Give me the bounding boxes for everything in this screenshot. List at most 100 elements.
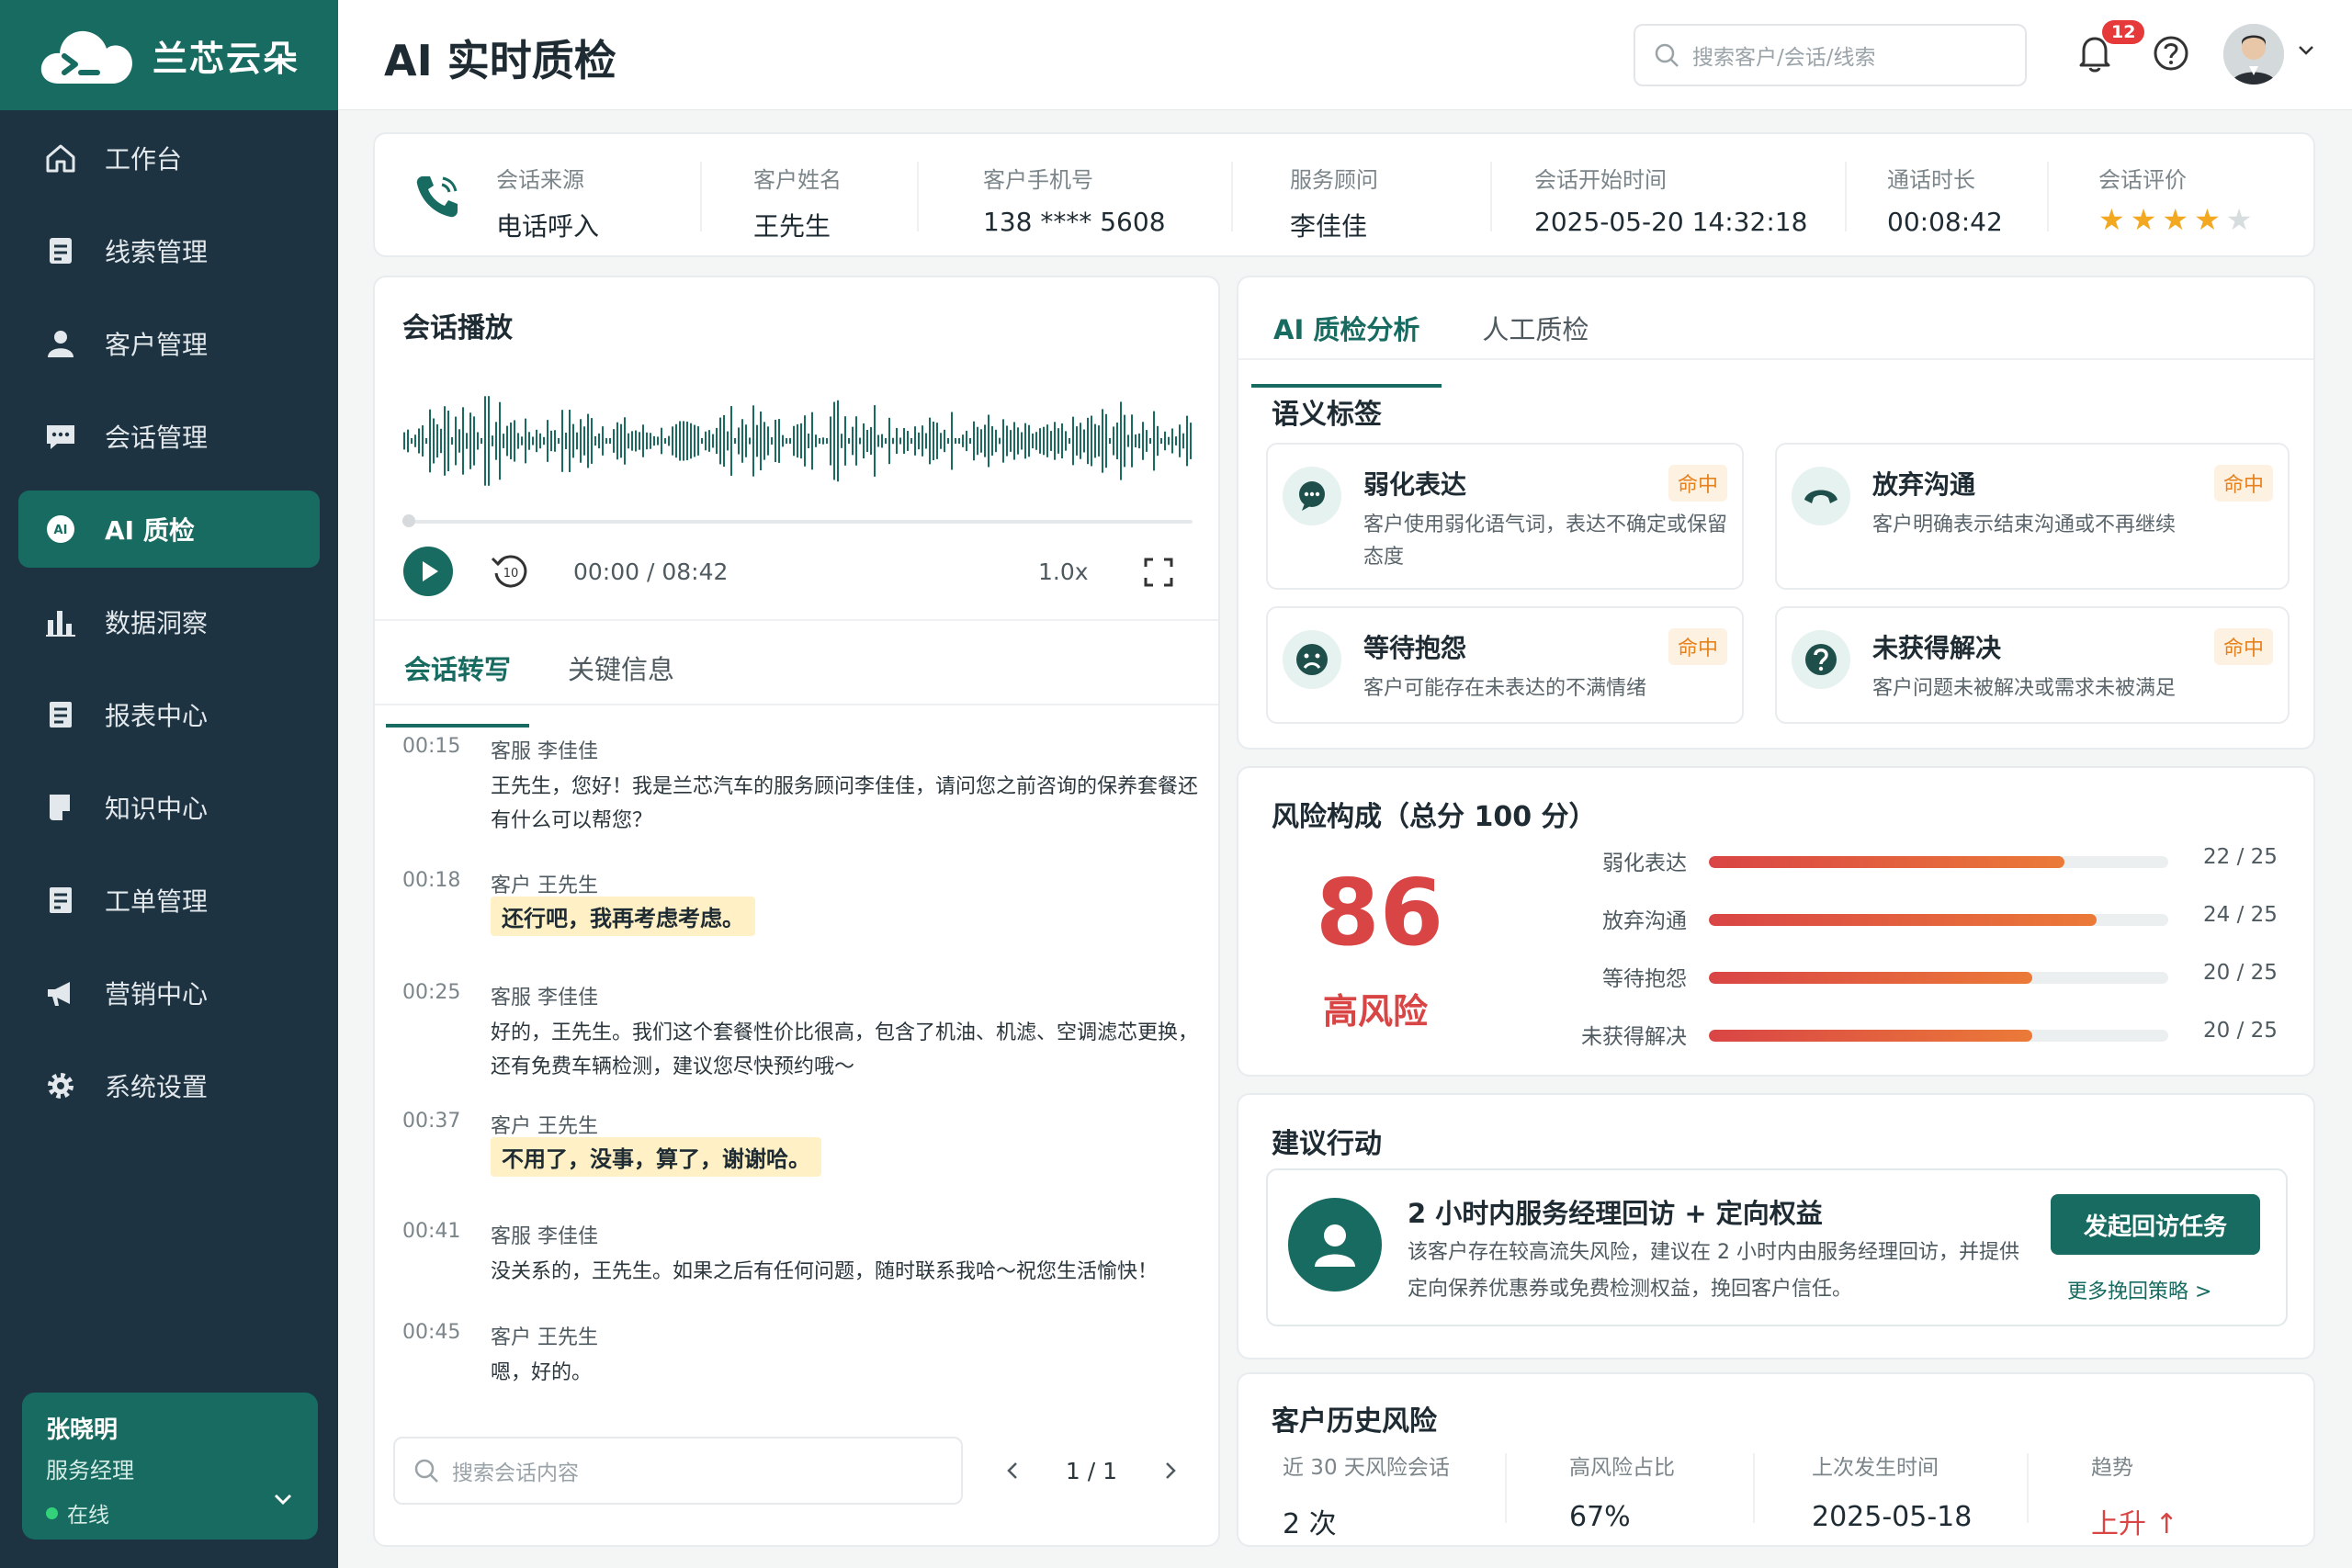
- current-user-card[interactable]: 张晓明 服务经理 在线: [22, 1393, 318, 1540]
- star-icon: ★: [2098, 202, 2125, 237]
- online-dot-icon: [46, 1506, 58, 1519]
- message-speaker: 客户 王先生: [491, 874, 598, 897]
- sidebar-item-2[interactable]: 客户管理: [18, 305, 320, 382]
- risk-row: 放弃沟通 24 / 25: [1459, 903, 2286, 940]
- sidebar-item-label: AI 质检: [105, 515, 195, 546]
- book-icon: [44, 791, 77, 824]
- history-count: 近 30 天风险会话 2 次: [1283, 1450, 1450, 1541]
- sidebar-item-9[interactable]: 营销中心: [18, 954, 320, 1032]
- audio-waveform[interactable]: [402, 386, 1193, 496]
- top-bar: AI 实时质检 搜索客户/会话/线索 12: [338, 0, 2352, 110]
- risk-row: 弱化表达 22 / 25: [1459, 845, 2286, 882]
- rewind-10-icon[interactable]: 10: [489, 549, 533, 593]
- sidebar-item-10[interactable]: 系统设置: [18, 1047, 320, 1124]
- sidebar-item-label: 工单管理: [105, 886, 209, 917]
- sidebar-item-1[interactable]: 线索管理: [18, 212, 320, 289]
- start-callback-button[interactable]: 发起回访任务: [2051, 1194, 2260, 1255]
- help-icon[interactable]: [2153, 35, 2189, 72]
- sidebar-item-3[interactable]: 会话管理: [18, 398, 320, 475]
- semantic-tag-card[interactable]: 未获得解决 命中 客户问题未被解决或需求未被满足: [1775, 606, 2290, 724]
- phone-icon: [416, 176, 458, 218]
- bar-chart-icon: [44, 605, 77, 638]
- semantic-tag-card[interactable]: 等待抱怨 命中 客户可能存在未表达的不满情绪: [1266, 606, 1744, 724]
- risk-bar-fill: [1709, 914, 2098, 926]
- tag-name: 放弃沟通: [1872, 469, 1976, 500]
- risk-title: 风险构成（总分 100 分）: [1272, 801, 1597, 833]
- sidebar-item-6[interactable]: 报表中心: [18, 676, 320, 753]
- sidebar-item-5[interactable]: 数据洞察: [18, 583, 320, 660]
- transcript-message: 00:25 客服 李佳佳好的，王先生。我们这个套餐性价比很高，包含了机油、机滤、空…: [402, 981, 1211, 1078]
- history-ratio-label: 高风险占比: [1569, 1456, 1675, 1480]
- field-advisor-label: 服务顾问: [1290, 167, 1378, 193]
- star-icon: ★: [2194, 202, 2221, 237]
- history-trend: 趋势 上升 ↑: [2091, 1450, 2178, 1541]
- chevron-down-icon[interactable]: [272, 1492, 294, 1506]
- search-icon: [1655, 43, 1679, 67]
- message-speaker: 客服 李佳佳: [491, 1225, 598, 1248]
- sidebar-item-7[interactable]: 知识中心: [18, 769, 320, 846]
- sidebar-item-4[interactable]: AI AI 质检: [18, 491, 320, 568]
- message-time: 00:25: [402, 981, 461, 1004]
- suggestion-card: 2 小时内服务经理回访 + 定向权益 该客户存在较高流失风险，建议在 2 小时内…: [1266, 1168, 2288, 1326]
- fullscreen-icon[interactable]: [1143, 557, 1174, 588]
- ai-icon: AI: [44, 513, 77, 546]
- semantic-tag-card[interactable]: 弱化表达 命中 客户使用弱化语气词，表达不确定或保留态度: [1266, 443, 1744, 590]
- tab-key-info[interactable]: 关键信息: [549, 649, 693, 707]
- tag-description: 客户问题未被解决或需求未被满足: [1872, 677, 2177, 700]
- play-icon[interactable]: [402, 546, 454, 597]
- global-search-placeholder: 搜索客户/会话/线索: [1692, 46, 1876, 70]
- user-name: 张晓明: [46, 1416, 119, 1444]
- field-source: 会话来源 电话呼入: [496, 162, 599, 243]
- sidebar-item-label: 数据洞察: [105, 608, 209, 638]
- message-text: 王先生，您好！我是兰芯汽车的服务顾问李佳佳，请问您之前咨询的保养套餐还有什么可以…: [491, 775, 1199, 832]
- playback-speed[interactable]: 1.0x: [1038, 558, 1089, 585]
- field-advisor-value: 李佳佳: [1290, 211, 1368, 242]
- message-speaker: 客户 王先生: [491, 1326, 598, 1349]
- divider: [375, 619, 1218, 621]
- risk-bar-fill: [1709, 856, 2065, 868]
- transcript-message: 00:41 客服 李佳佳 没关系的，王先生。如果之后有任何问题，随时联系我哈～祝您生…: [402, 1220, 1211, 1290]
- risk-row-value: 20 / 25: [2203, 1019, 2278, 1043]
- transcript-message: 00:45 客户 王先生 嗯，好的。: [402, 1321, 1211, 1391]
- account-chevron-icon[interactable]: [2297, 44, 2315, 57]
- semantic-tag-card[interactable]: 放弃沟通 命中 客户明确表示结束沟通或不再继续: [1775, 443, 2290, 590]
- sidebar-item-label: 客户管理: [105, 330, 209, 360]
- ticket-icon: [44, 884, 77, 917]
- message-text: 好的，王先生。我们这个套餐性价比很高，包含了机油、机滤、空调滤芯更换，还有免费车…: [491, 1021, 1199, 1078]
- player-title: 会话播放: [402, 312, 513, 344]
- sidebar-item-0[interactable]: 工作台: [18, 119, 320, 197]
- avatar[interactable]: [2223, 24, 2284, 85]
- risk-row-value: 24 / 25: [2203, 903, 2278, 927]
- suggested-action-panel: 建议行动 2 小时内服务经理回访 + 定向权益 该客户存在较高流失风险，建议在 …: [1237, 1093, 2315, 1359]
- history-ratio-value: 67%: [1569, 1501, 1631, 1533]
- transcript-message: 00:15 客服 李佳佳 王先生，您好！我是兰芯汽车的服务顾问李佳佳，请问您之前咨询…: [402, 735, 1211, 832]
- tag-name: 等待抱怨: [1363, 633, 1467, 663]
- global-search-input[interactable]: 搜索客户/会话/线索: [1634, 24, 2027, 86]
- transcript-search-placeholder: 搜索会话内容: [452, 1461, 579, 1485]
- session-info-bar: 会话来源 电话呼入 客户姓名 王先生 客户手机号 138 **** 5608 服务顾问…: [373, 132, 2315, 257]
- divider: [917, 162, 919, 231]
- divider: [375, 704, 1218, 705]
- chevron-right-icon[interactable]: [1161, 1460, 1180, 1482]
- user-role: 服务经理: [46, 1458, 134, 1483]
- tab-transcript[interactable]: 会话转写: [386, 649, 530, 728]
- sidebar-item-label: 营销中心: [105, 979, 209, 1010]
- field-source-value: 电话呼入: [496, 211, 600, 242]
- message-speaker: 客服 李佳佳: [491, 987, 598, 1010]
- history-count-label: 近 30 天风险会话: [1283, 1456, 1450, 1480]
- more-strategies-link[interactable]: 更多挽回策略 >: [2067, 1275, 2211, 1304]
- sidebar-item-8[interactable]: 工单管理: [18, 862, 320, 939]
- divider: [1753, 1453, 1755, 1523]
- star-icon: ★: [2225, 202, 2253, 237]
- customer-history-risk-panel: 客户历史风险 近 30 天风险会话 2 次 高风险占比 67% 上次发生时间 2025…: [1237, 1372, 2315, 1547]
- playback-progress-handle[interactable]: [402, 514, 415, 527]
- risk-bar-track: [1709, 856, 2168, 868]
- page-indicator: 1 / 1: [1065, 1457, 1118, 1484]
- message-text: 不用了，没事，算了，谢谢哈。: [491, 1137, 821, 1177]
- divider: [1231, 162, 1233, 231]
- chevron-left-icon[interactable]: [1003, 1460, 1022, 1482]
- transcript-search-input[interactable]: 搜索会话内容: [393, 1437, 963, 1505]
- playback-progress-track[interactable]: [402, 520, 1193, 524]
- app-logo[interactable]: 兰芯云朵: [0, 0, 338, 110]
- field-source-label: 会话来源: [496, 167, 584, 193]
